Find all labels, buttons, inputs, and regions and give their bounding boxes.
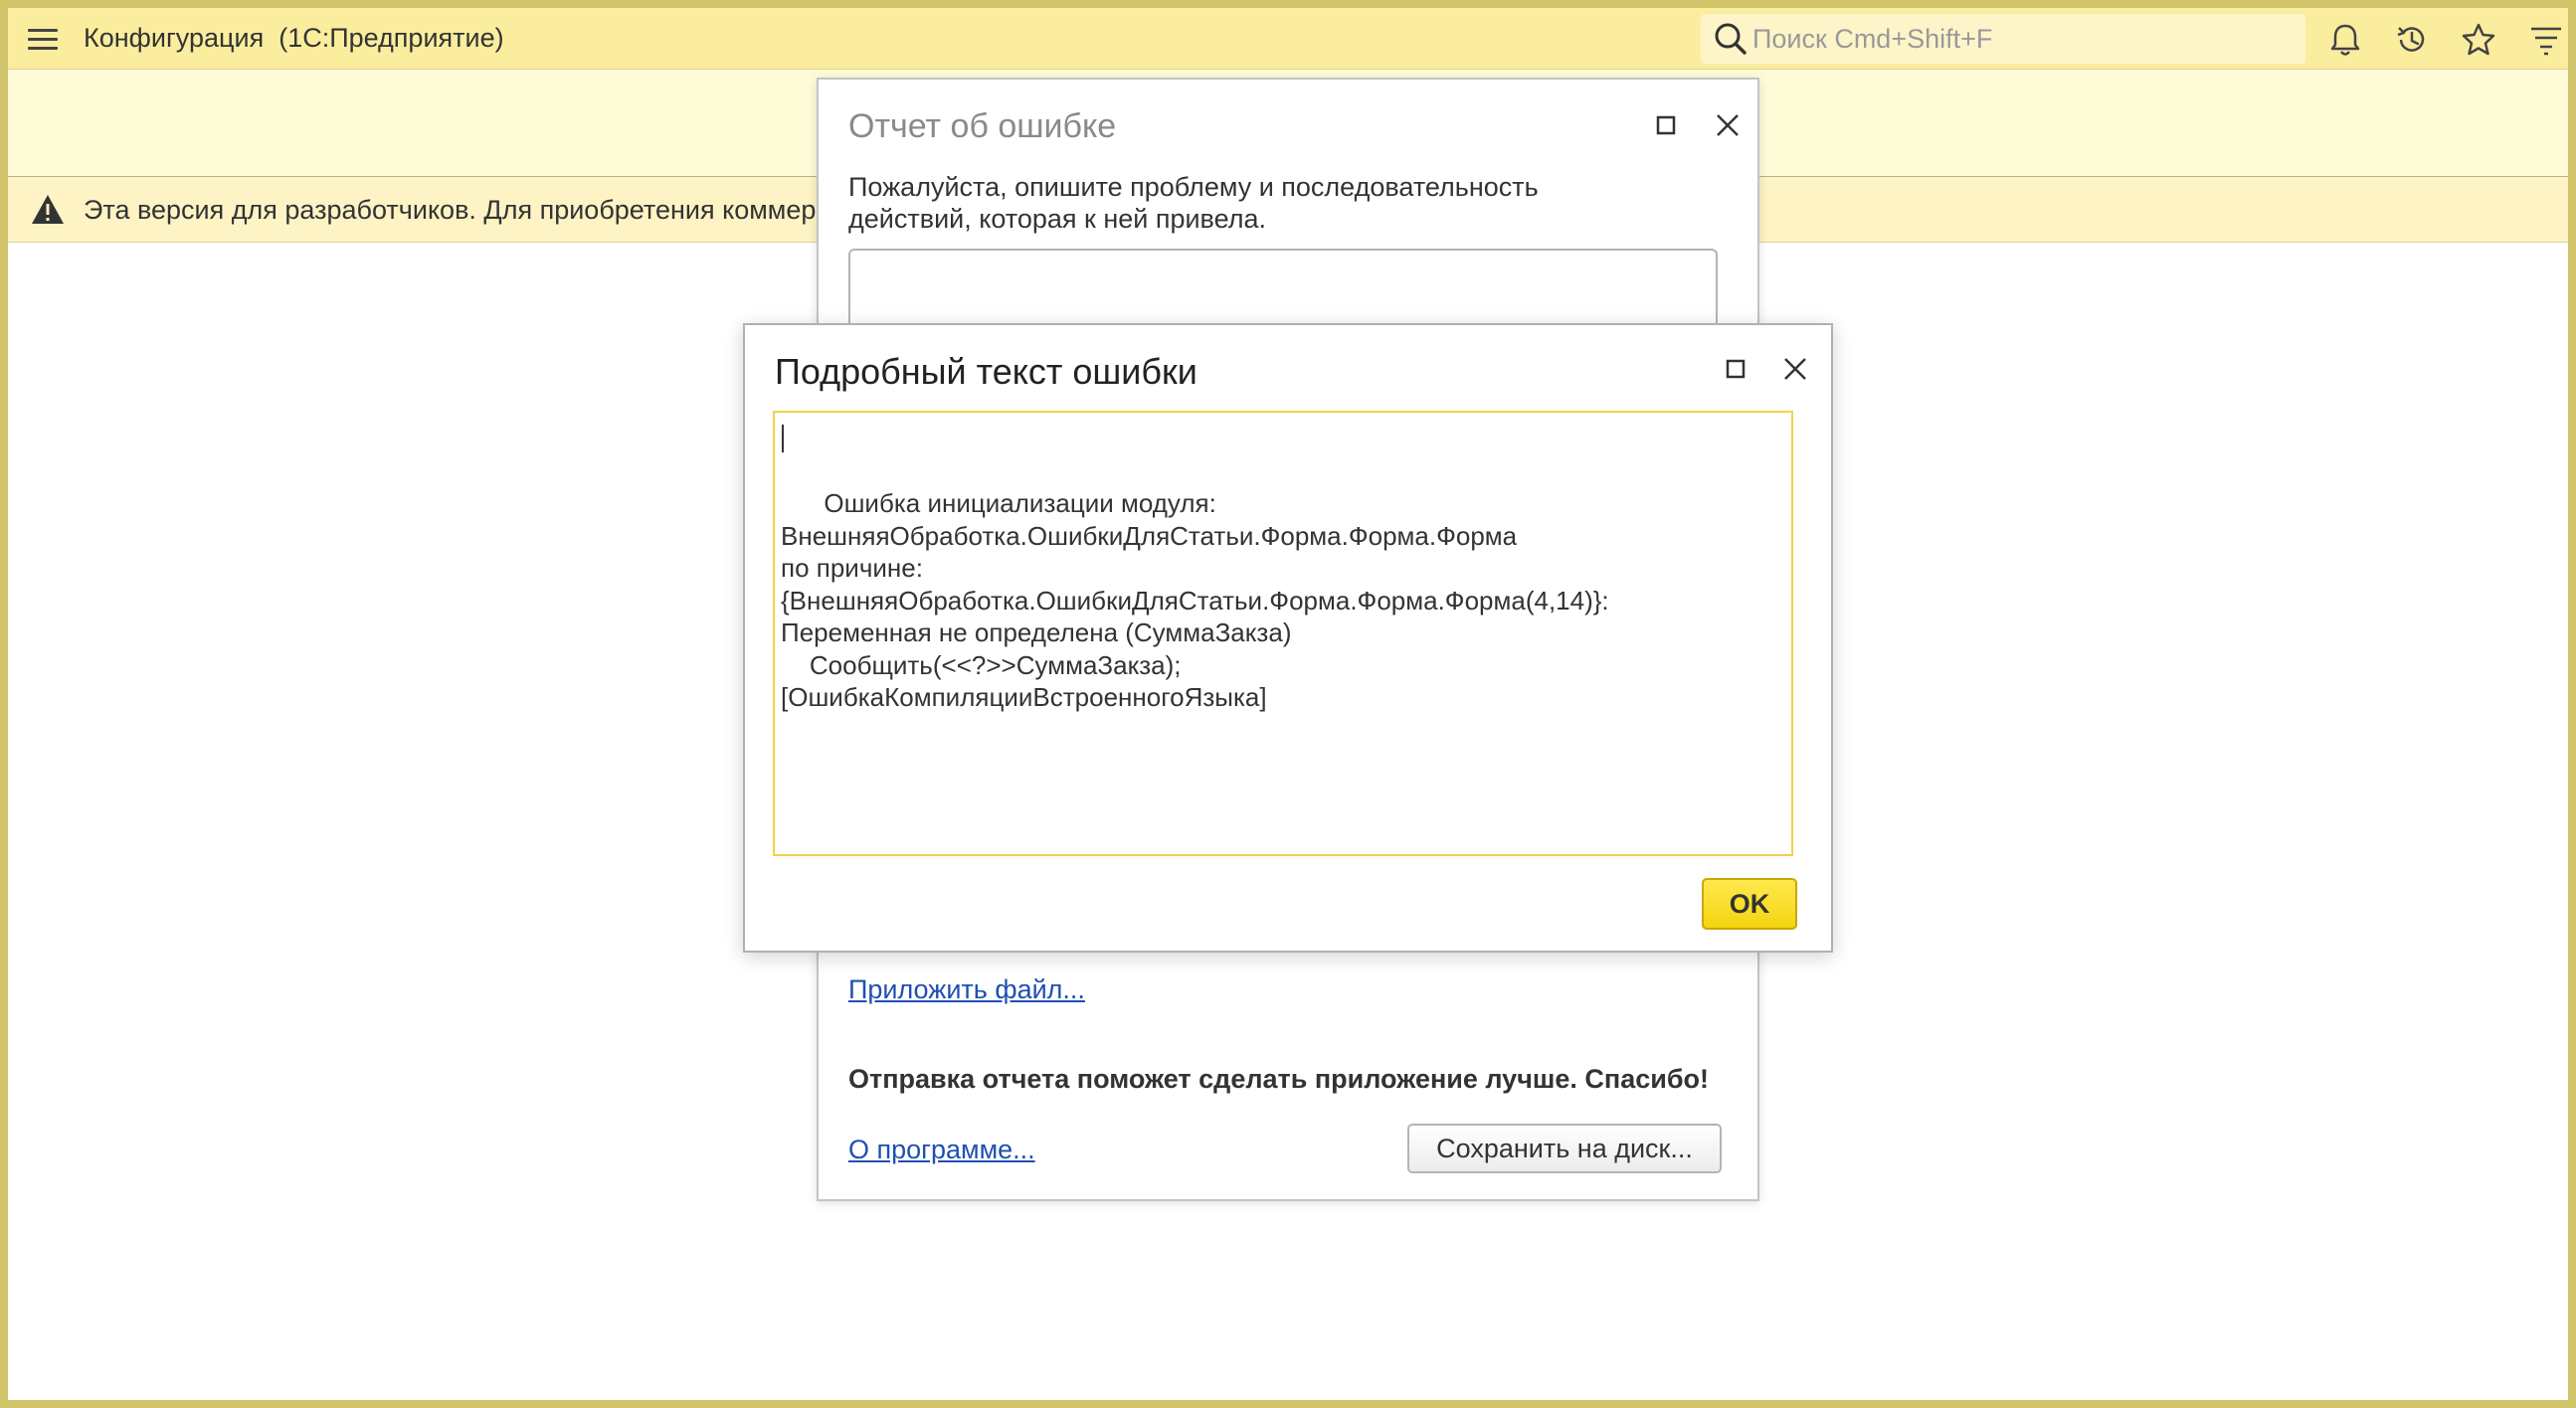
- error-details-dialog: Подробный текст ошибки Ошибка инициализа…: [743, 323, 1833, 953]
- text-cursor: [782, 425, 784, 452]
- attach-file-link[interactable]: Приложить файл...: [848, 974, 1085, 1005]
- dialog-title: Подробный текст ошибки: [775, 351, 1197, 392]
- ok-button[interactable]: OK: [1702, 878, 1797, 930]
- report-description: Пожалуйста, опишите проблему и последова…: [848, 172, 1539, 234]
- search-input[interactable]: [1752, 23, 2290, 55]
- close-icon[interactable]: [1708, 105, 1748, 145]
- search-icon: [1715, 23, 1747, 55]
- error-text-field[interactable]: Ошибка инициализации модуля: ВнешняяОбра…: [773, 411, 1793, 856]
- about-program-link[interactable]: О программе...: [848, 1135, 1035, 1165]
- history-icon[interactable]: [2394, 22, 2430, 58]
- close-icon[interactable]: [1775, 349, 1815, 389]
- error-text: Ошибка инициализации модуля: ВнешняяОбра…: [781, 488, 1609, 712]
- main-menu-icon[interactable]: [24, 27, 62, 53]
- bell-icon[interactable]: [2327, 22, 2363, 58]
- thanks-text: Отправка отчета поможет сделать приложен…: [848, 1064, 1709, 1094]
- title-bar: Конфигурация (1С:Предприятие): [8, 8, 2568, 70]
- maximize-icon[interactable]: [1716, 349, 1755, 389]
- dialog-title: Отчет об ошибке: [848, 107, 1117, 145]
- search-box[interactable]: [1701, 14, 2305, 64]
- maximize-icon[interactable]: [1646, 105, 1686, 145]
- app-window: Конфигурация (1С:Предприятие) Поиск Cmd+…: [8, 8, 2568, 1400]
- warning-icon: [32, 195, 64, 224]
- app-title: Конфигурация (1С:Предприятие): [84, 23, 504, 53]
- banner-text: Эта версия для разработчиков. Для приобр…: [84, 195, 817, 225]
- funnel-menu-icon[interactable]: [2528, 22, 2564, 58]
- save-to-disk-button[interactable]: Сохранить на диск...: [1407, 1124, 1722, 1173]
- star-icon[interactable]: [2461, 22, 2496, 58]
